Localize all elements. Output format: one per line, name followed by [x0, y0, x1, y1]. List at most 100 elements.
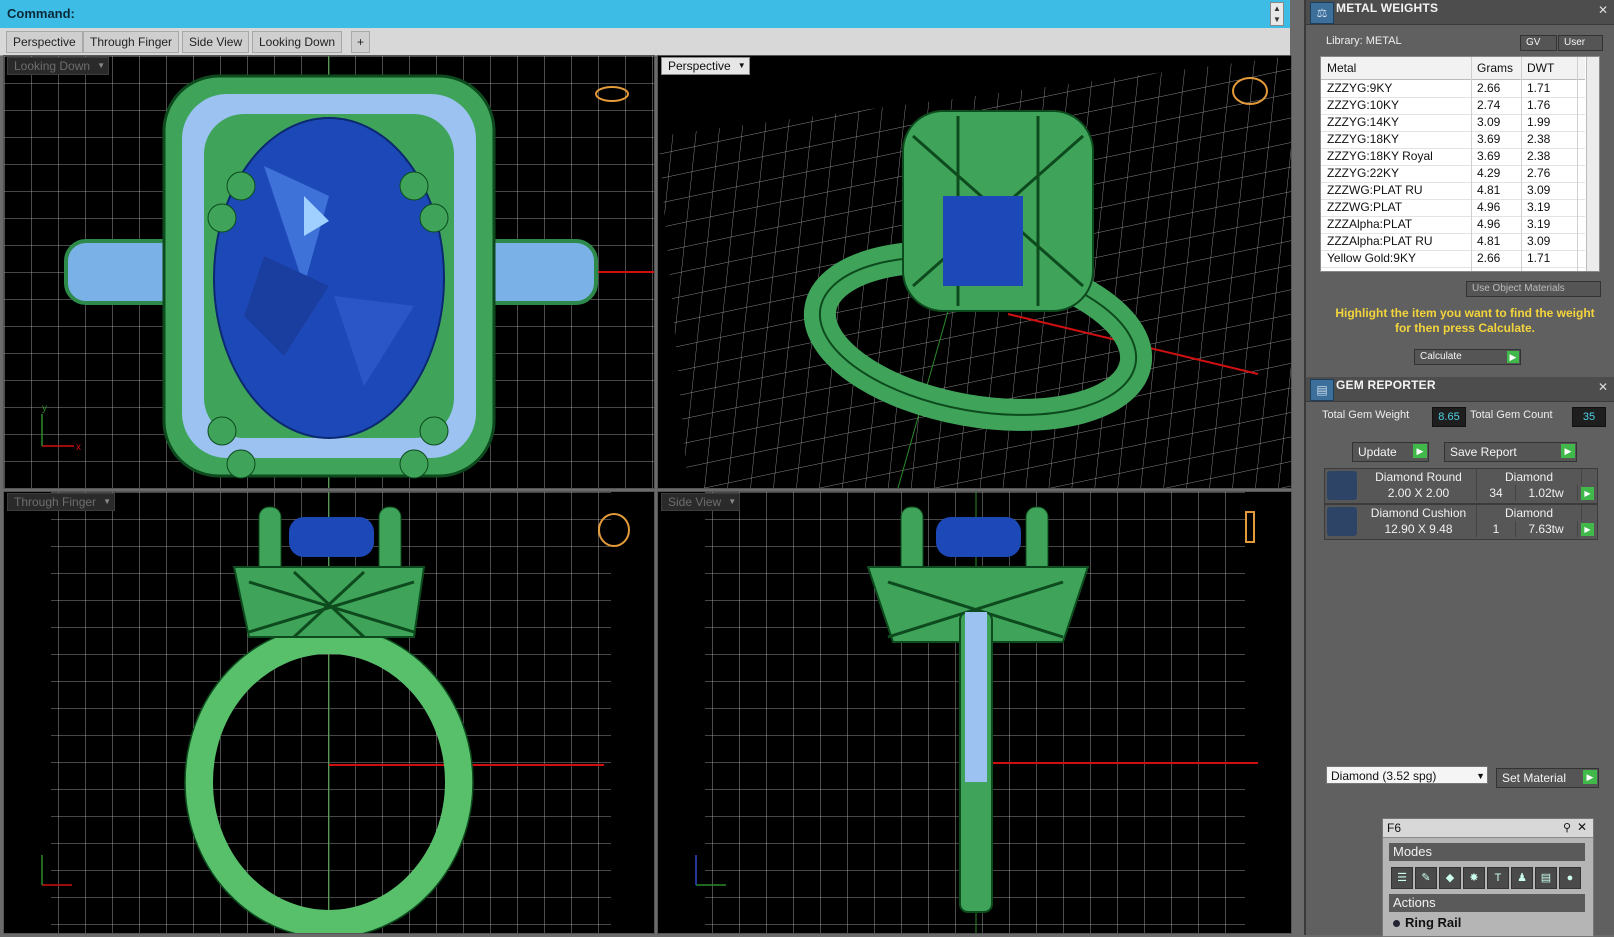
dwt-cell: 3.19 [1527, 217, 1551, 231]
use-object-materials-toggle[interactable]: Use Object Materials [1466, 281, 1601, 297]
close-icon[interactable]: ✕ [1596, 3, 1610, 17]
table-row[interactable]: ZZZAlpha:PLAT RU 4.81 3.09 [1321, 233, 1585, 251]
dwt-cell: 1.76 [1527, 98, 1551, 112]
gem-weight: 1.02tw [1515, 485, 1578, 501]
table-row[interactable]: ZZZYG:22KY 4.29 2.76 [1321, 165, 1585, 183]
table-row[interactable]: ZZZYG:18KY 3.69 2.38 [1321, 131, 1585, 149]
bullet-icon [1393, 920, 1400, 927]
viewport-perspective[interactable]: Perspective ▼ [657, 55, 1292, 489]
gv-toggle[interactable]: GV [1520, 35, 1557, 51]
ring-rail-item[interactable]: Ring Rail [1393, 915, 1461, 930]
table-row[interactable]: ZZZYG:9KY 2.66 1.71 [1321, 80, 1585, 98]
gem-size: 12.90 X 9.48 [1361, 521, 1477, 537]
viewport-label-side-view[interactable]: Side View ▼ [661, 493, 741, 511]
calculate-hint: Highlight the item you want to find the … [1335, 306, 1595, 335]
metal-cell: ZZZYG:10KY [1327, 98, 1400, 112]
gem-material: Diamond [1477, 469, 1582, 485]
total-gem-weight-label: Total Gem Weight [1322, 409, 1410, 421]
gem-count: 1 [1477, 521, 1516, 537]
pen-icon[interactable]: ✎ [1415, 867, 1437, 889]
list-icon[interactable]: ☰ [1391, 867, 1413, 889]
doc-icon[interactable]: ▤ [1535, 867, 1557, 889]
column-header-dwt[interactable]: DWT [1527, 57, 1554, 79]
gem-name: Diamond Round [1361, 469, 1477, 485]
play-icon[interactable]: ▶ [1581, 523, 1594, 536]
library-label: Library: METAL [1326, 35, 1402, 47]
metal-cell: ZZZAlpha:PLAT [1327, 217, 1413, 231]
grams-cell: 4.81 [1477, 234, 1501, 248]
pin-icon[interactable]: ⚲ [1563, 821, 1571, 834]
looking-down-scene: x y [4, 56, 654, 488]
save-report-button[interactable]: Save Report ▶ [1444, 442, 1577, 462]
chevron-down-icon[interactable]: ▼ [96, 60, 106, 71]
perspective-scene [658, 56, 1291, 488]
material-select[interactable]: Diamond (3.52 spg) ▼ [1326, 766, 1488, 784]
gem-reporter-titlebar: ▤ GEM REPORTER ✕ [1306, 377, 1614, 402]
metal-weights-table[interactable]: Metal Grams DWT ZZZYG:9KY 2.66 1.71 ZZZYG:1… [1320, 56, 1600, 272]
update-button[interactable]: Update ▶ [1352, 442, 1429, 462]
f6-header: F6 ⚲ ✕ [1383, 819, 1593, 838]
column-header-metal[interactable]: Metal [1327, 57, 1356, 79]
person-icon[interactable]: ♟ [1511, 867, 1533, 889]
viewport-label-looking-down[interactable]: Looking Down ▼ [7, 57, 110, 75]
chevron-down-icon[interactable]: ▼ [727, 496, 737, 507]
view-tab-strip: Perspective Through Finger Side View Loo… [0, 28, 1290, 56]
add-tab-icon[interactable]: + [351, 31, 371, 53]
viewport-side-view[interactable]: Side View ▼ [657, 491, 1292, 934]
set-material-button[interactable]: Set Material ▶ [1496, 768, 1599, 788]
table-row[interactable]: ZZZWG:PLAT RU 4.81 3.09 [1321, 182, 1585, 200]
sphere-icon[interactable]: ● [1559, 867, 1581, 889]
viewport-label-perspective[interactable]: Perspective ▼ [661, 57, 750, 75]
table-row[interactable]: ZZZYG:10KY 2.74 1.76 [1321, 97, 1585, 115]
metal-weights-titlebar: ⚖ METAL WEIGHTS ✕ [1306, 0, 1614, 25]
total-gem-weight-value: 8.65 [1432, 407, 1466, 427]
tab-looking-down[interactable]: Looking Down [252, 31, 343, 53]
dwt-cell: 2.38 [1527, 132, 1551, 146]
metal-cell: ZZZAlpha:PLAT RU [1327, 234, 1433, 248]
metal-cell: ZZZWG:PLAT [1327, 200, 1403, 214]
gem-icon[interactable]: ◆ [1439, 867, 1461, 889]
table-row[interactable]: ZZZYG:14KY 3.09 1.99 [1321, 114, 1585, 132]
table-row[interactable]: ZZZAlpha:PLAT 4.96 3.19 [1321, 216, 1585, 234]
ts-icon[interactable]: T [1487, 867, 1509, 889]
table-scrollbar[interactable] [1586, 57, 1599, 271]
grams-cell: 2.66 [1477, 251, 1501, 265]
chevron-down-icon[interactable]: ▼ [737, 60, 747, 71]
sparkle-icon[interactable]: ✸ [1463, 867, 1485, 889]
grams-cell: 3.69 [1477, 149, 1501, 163]
play-icon: ▶ [1507, 351, 1519, 363]
actions-section[interactable]: Actions [1389, 894, 1585, 912]
gem-row-cushion[interactable]: Diamond Cushion Diamond 12.90 X 9.48 1 7… [1324, 504, 1598, 540]
tab-perspective[interactable]: Perspective [6, 31, 83, 53]
close-icon[interactable]: ✕ [1596, 380, 1610, 394]
table-row[interactable]: ZZZWG:PLAT 4.96 3.19 [1321, 199, 1585, 217]
tab-side-view[interactable]: Side View [182, 31, 250, 53]
play-icon: ▶ [1561, 444, 1575, 458]
x-axis-label: x [76, 442, 81, 453]
viewport-looking-down[interactable]: x y Looking Down ▼ [3, 55, 655, 489]
viewport-through-finger[interactable]: Through Finger ▼ [3, 491, 655, 934]
user-toggle[interactable]: User [1558, 35, 1603, 51]
modes-section[interactable]: Modes [1389, 843, 1585, 861]
grams-cell: 4.81 [1477, 183, 1501, 197]
table-row[interactable]: Yellow Gold:9KY 2.66 1.71 [1321, 250, 1585, 268]
play-icon[interactable]: ▶ [1581, 487, 1594, 500]
play-icon: ▶ [1583, 770, 1597, 784]
metal-cell: ZZZWG:PLAT RU [1327, 183, 1423, 197]
calculate-button[interactable]: Calculate ▶ [1414, 349, 1521, 365]
viewport-label-through-finger[interactable]: Through Finger ▼ [7, 493, 116, 511]
gem-reporter-title: GEM REPORTER [1336, 378, 1436, 392]
command-label: Command: [7, 6, 75, 21]
play-icon: ▶ [1413, 444, 1427, 458]
table-row[interactable]: ZZZYG:18KY Royal 3.69 2.38 [1321, 148, 1585, 166]
gem-row-round[interactable]: Diamond Round Diamond 2.00 X 2.00 34 1.0… [1324, 468, 1598, 504]
command-bar[interactable]: Command: ▲ ▼ [0, 0, 1290, 29]
metal-cell: ZZZYG:18KY Royal [1327, 149, 1433, 163]
dwt-cell: 3.09 [1527, 183, 1551, 197]
command-scroll[interactable]: ▲ ▼ [1270, 2, 1284, 26]
tab-through-finger[interactable]: Through Finger [83, 31, 180, 53]
close-icon[interactable]: ✕ [1577, 820, 1587, 834]
column-header-grams[interactable]: Grams [1477, 57, 1513, 79]
chevron-down-icon[interactable]: ▼ [102, 496, 112, 507]
f6-panel: F6 ⚲ ✕ Modes ☰ ✎ ◆ ✸ T ♟ ▤ ● Actions Ring Rail [1382, 818, 1594, 937]
